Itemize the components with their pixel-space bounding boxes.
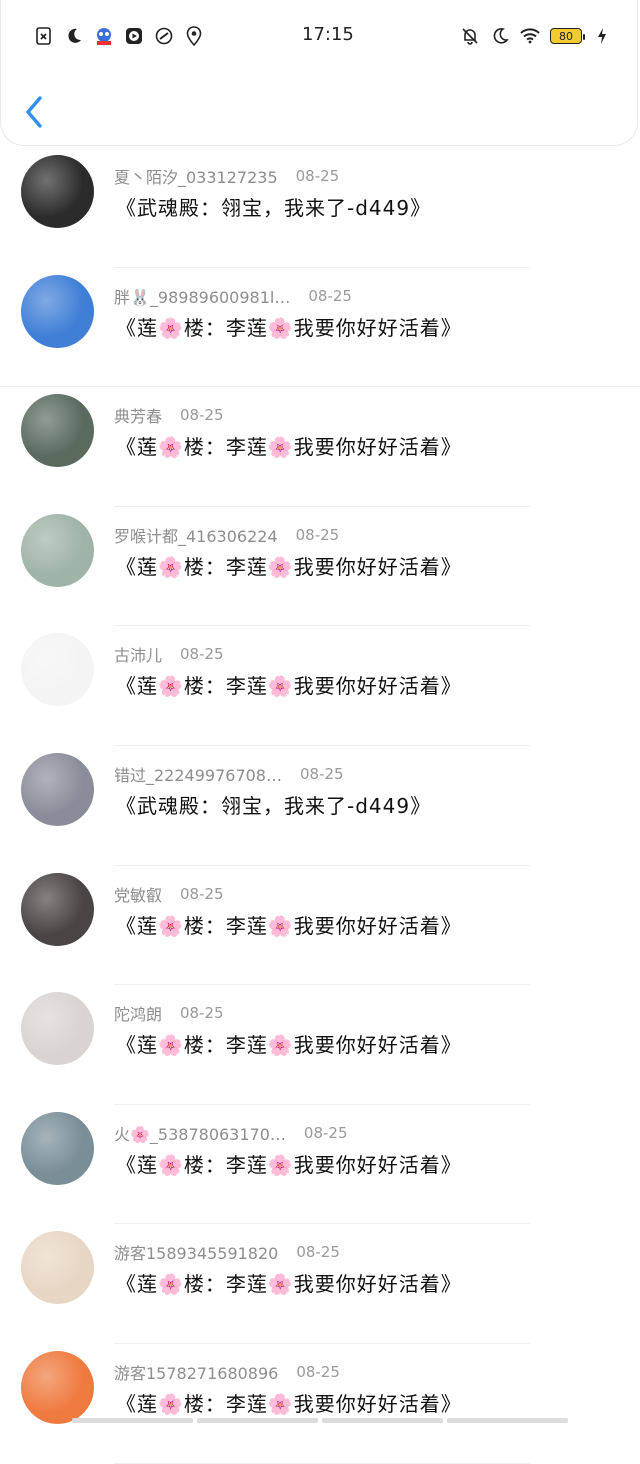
comment-text: 《莲🌸楼：李莲🌸我要你好好活着》 — [116, 554, 462, 579]
username[interactable]: 游客1578271680896 — [114, 1360, 278, 1384]
comment-item[interactable]: 罗喉计都_416306224 08-25 《莲🌸楼：李莲🌸我要你好好活着》 — [0, 507, 640, 627]
comment-item[interactable]: 游客1578271680896 08-25 《莲🌸楼：李莲🌸我要你好好活着》 — [0, 1344, 640, 1464]
comment-meta: 罗喉计都_416306224 08-25 — [114, 523, 339, 547]
comment-meta: 陀鸿朗 08-25 — [114, 1001, 224, 1025]
scroll-segment — [322, 1418, 443, 1423]
comment-meta: 党敏叡 08-25 — [114, 882, 224, 906]
scroll-segment — [197, 1418, 318, 1423]
comment-text: 《莲🌸楼：李莲🌸我要你好好活着》 — [116, 1272, 462, 1297]
username[interactable]: 古沛儿 — [114, 642, 162, 666]
comment-date: 08-25 — [308, 286, 352, 305]
comment-meta: 火🌸_53878063170… 08-25 — [114, 1121, 348, 1145]
comment-text: 《莲🌸楼：李莲🌸我要你好好活着》 — [116, 913, 462, 938]
avatar[interactable] — [21, 1111, 94, 1185]
battery-icon: 80 — [550, 28, 585, 44]
username[interactable]: 游客1589345591820 — [114, 1240, 278, 1264]
avatar[interactable] — [21, 155, 94, 228]
comment-date: 08-25 — [296, 1362, 340, 1381]
avatar[interactable] — [21, 633, 94, 707]
chevron-left-icon — [26, 96, 42, 128]
comment-text: 《武魂殿：翎宝，我来了-d449》 — [116, 793, 432, 818]
comment-meta: 典芳春 08-25 — [114, 403, 224, 427]
username[interactable]: 典芳春 — [114, 403, 162, 427]
comment-item[interactable]: 游客1589345591820 08-25 《莲🌸楼：李莲🌸我要你好好活着》 — [0, 1224, 640, 1344]
scroll-segment — [447, 1418, 568, 1423]
comment-item[interactable]: 胖🐰_98989600981l… 08-25 《莲🌸楼：李莲🌸我要你好好活着》 — [0, 268, 640, 388]
comment-item[interactable]: 陀鸿朗 08-25 《莲🌸楼：李莲🌸我要你好好活着》 — [0, 985, 640, 1105]
status-left-icons — [34, 26, 204, 46]
comment-meta: 游客1578271680896 08-25 — [114, 1360, 340, 1384]
comment-date: 08-25 — [180, 406, 224, 425]
comment-date: 08-25 — [295, 525, 340, 544]
back-button[interactable] — [22, 94, 48, 130]
bottom-scrollbar[interactable] — [72, 1418, 568, 1423]
username[interactable]: 罗喉计都_416306224 — [114, 523, 278, 547]
media-play-icon — [124, 26, 144, 46]
comment-date: 08-25 — [180, 645, 224, 664]
avatar[interactable] — [21, 513, 94, 587]
comment-text: 《莲🌸楼：李莲🌸我要你好好活着》 — [116, 674, 462, 699]
comment-meta: 错过_22249976708… 08-25 — [114, 762, 344, 786]
username[interactable]: 胖🐰_98989600981l… — [114, 284, 290, 308]
status-bar: 17:15 80 — [0, 0, 640, 72]
status-right-icons: 80 — [460, 26, 612, 46]
comment-item[interactable]: 错过_22249976708… 08-25 《武魂殿：翎宝，我来了-d449》 — [0, 746, 640, 866]
avatar[interactable] — [21, 394, 94, 468]
moon-icon — [64, 26, 84, 46]
comment-meta: 游客1589345591820 08-25 — [114, 1240, 340, 1264]
avatar[interactable] — [21, 274, 94, 348]
comment-meta: 夏丶陌汐_033127235 08-25 — [114, 164, 339, 188]
avatar[interactable] — [21, 992, 94, 1066]
comment-item[interactable]: 典芳春 08-25 《莲🌸楼：李莲🌸我要你好好活着》 — [0, 387, 640, 507]
comment-item[interactable]: 党敏叡 08-25 《莲🌸楼：李莲🌸我要你好好活着》 — [0, 866, 640, 986]
comment-date: 08-25 — [299, 764, 344, 783]
moon-icon — [490, 26, 510, 46]
comment-date: 08-25 — [180, 884, 224, 903]
wifi-icon — [520, 26, 540, 46]
comment-list: 夏丶陌汐_033127235 08-25 《武魂殿：翎宝，我来了-d449》 胖🐰_9… — [0, 148, 640, 1464]
scroll-segment — [72, 1418, 193, 1423]
comment-text: 《武魂殿：翎宝，我来了-d449》 — [116, 196, 432, 220]
status-time: 17:15 — [302, 24, 354, 45]
avatar[interactable] — [21, 752, 94, 826]
comment-item[interactable]: 夏丶陌汐_033127235 08-25 《武魂殿：翎宝，我来了-d449》 — [0, 148, 640, 268]
comment-text: 《莲🌸楼：李莲🌸我要你好好活着》 — [116, 1391, 462, 1416]
comment-text: 《莲🌸楼：李莲🌸我要你好好活着》 — [116, 1152, 462, 1177]
comment-text: 《莲🌸楼：李莲🌸我要你好好活着》 — [116, 435, 462, 460]
avatar[interactable] — [21, 1231, 94, 1305]
username[interactable]: 错过_22249976708… — [114, 762, 282, 786]
app-badge-icon — [94, 26, 114, 46]
location-icon — [184, 26, 204, 46]
username[interactable]: 夏丶陌汐_033127235 — [114, 164, 278, 188]
comment-date: 08-25 — [296, 1243, 340, 1262]
avatar[interactable] — [21, 1350, 94, 1424]
charging-icon — [592, 26, 612, 46]
comment-item[interactable]: 火🌸_53878063170… 08-25 《莲🌸楼：李莲🌸我要你好好活着》 — [0, 1105, 640, 1225]
sim-error-icon — [34, 26, 54, 46]
battery-level: 80 — [559, 29, 573, 43]
avatar[interactable] — [21, 872, 94, 946]
username[interactable]: 火🌸_53878063170… — [114, 1121, 286, 1145]
username[interactable]: 陀鸿朗 — [114, 1001, 162, 1025]
comment-text: 《莲🌸楼：李莲🌸我要你好好活着》 — [116, 1033, 462, 1058]
comment-meta: 古沛儿 08-25 — [114, 642, 224, 666]
divider — [114, 1462, 530, 1464]
comment-meta: 胖🐰_98989600981l… 08-25 — [114, 284, 352, 308]
comment-item[interactable]: 古沛儿 08-25 《莲🌸楼：李莲🌸我要你好好活着》 — [0, 626, 640, 746]
comment-date: 08-25 — [180, 1004, 224, 1023]
bell-off-icon — [460, 26, 480, 46]
comment-text: 《莲🌸楼：李莲🌸我要你好好活着》 — [116, 315, 462, 340]
username[interactable]: 党敏叡 — [114, 882, 162, 906]
link-icon — [154, 26, 174, 46]
comment-date: 08-25 — [295, 167, 340, 185]
comment-date: 08-25 — [303, 1123, 348, 1142]
